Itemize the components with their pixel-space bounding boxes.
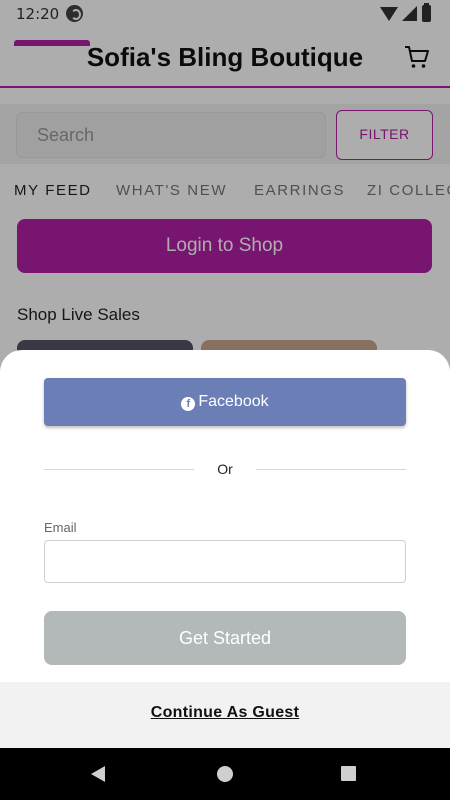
guest-bar: Continue As Guest (0, 682, 450, 748)
facebook-login-button[interactable]: f Facebook (44, 378, 406, 426)
divider (44, 469, 194, 470)
continue-as-guest-link[interactable]: Continue As Guest (0, 704, 450, 722)
email-label: Email (44, 520, 77, 535)
back-icon[interactable] (91, 766, 105, 782)
recent-apps-icon[interactable] (341, 766, 356, 781)
get-started-label: Get Started (178, 628, 272, 648)
home-icon[interactable] (217, 766, 233, 782)
system-nav-bar (0, 748, 450, 800)
get-started-button[interactable]: Get Started (44, 611, 406, 665)
divider (256, 469, 406, 470)
facebook-label: Facebook (198, 393, 269, 410)
login-bottom-sheet: f Facebook Or Email Get Started Continue … (0, 350, 450, 748)
or-label: Or (217, 461, 233, 477)
facebook-icon: f (181, 397, 196, 411)
email-field[interactable] (44, 540, 406, 583)
